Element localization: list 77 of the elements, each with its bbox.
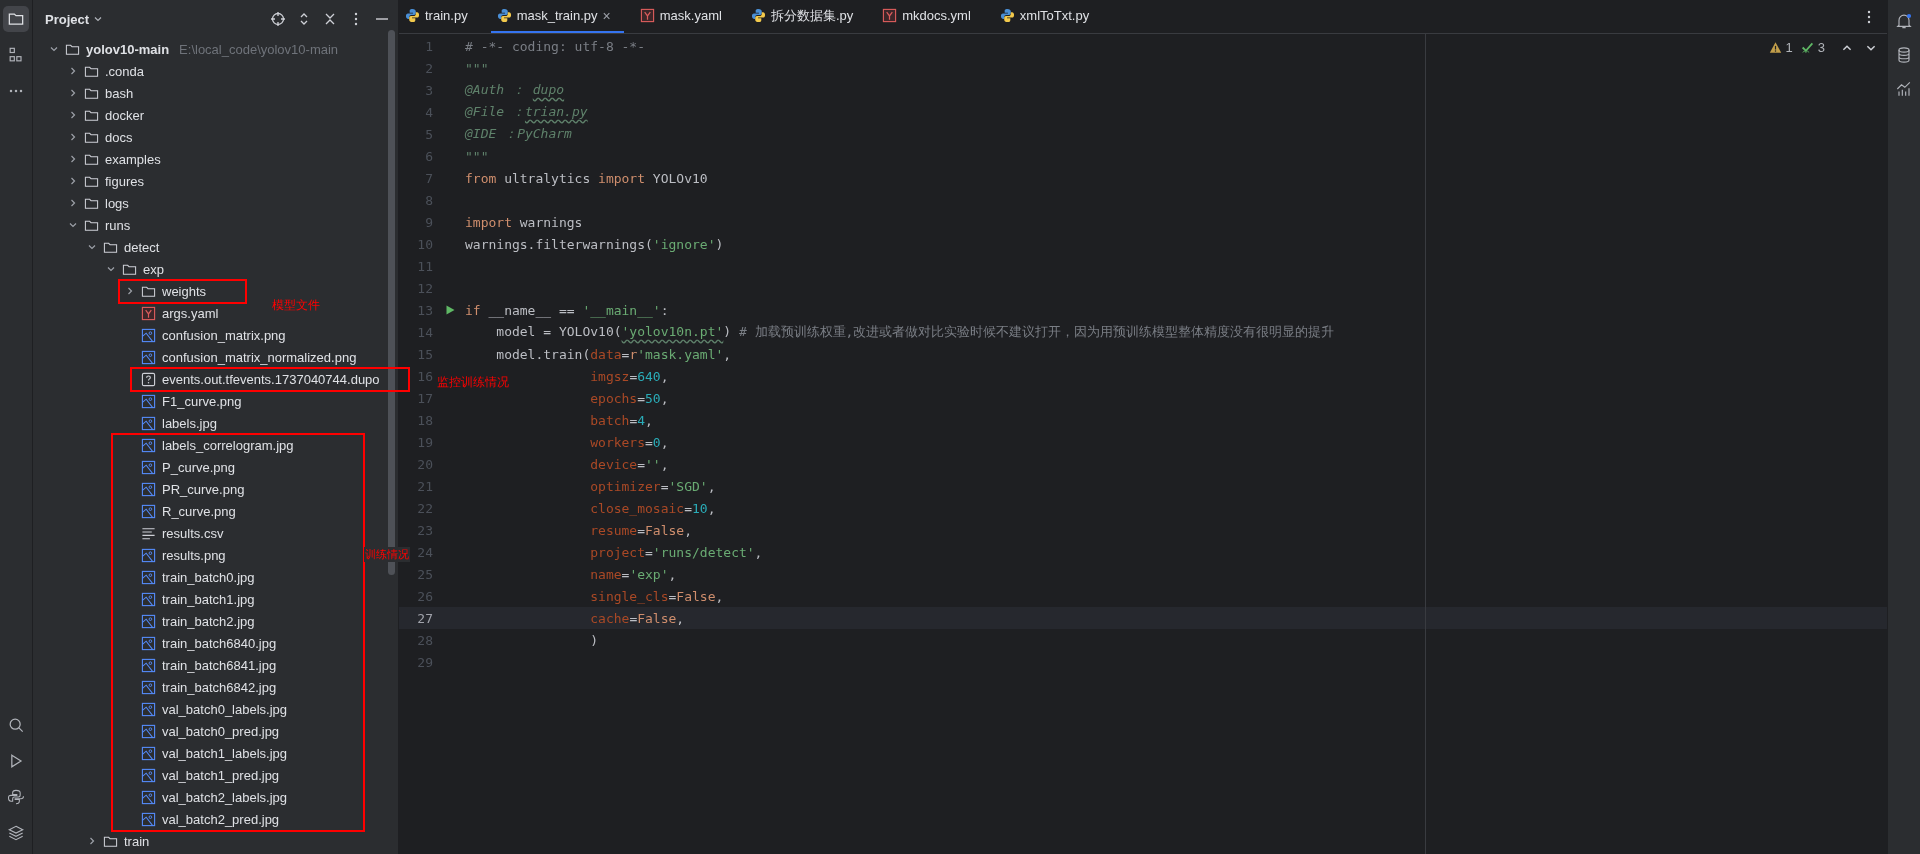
code-line: resume=False, <box>590 522 692 538</box>
tree-item[interactable]: examples <box>105 151 161 167</box>
annotation-label: 监控训练情况 <box>437 374 509 391</box>
editor-tab[interactable]: train.py <box>399 0 481 33</box>
code-line: if __name__ == '__main__': <box>465 302 669 318</box>
tree-item[interactable]: events.out.tfevents.1737040744.dupo <box>162 371 380 387</box>
code-line: project='runs/detect', <box>590 544 763 560</box>
tree-item[interactable]: val_batch2_labels.jpg <box>162 789 288 805</box>
editor-tab[interactable]: xmlToTxt.py <box>993 0 1103 33</box>
tree-item[interactable]: F1_curve.png <box>162 393 242 409</box>
code-line: from ultralytics import YOLOv10 <box>465 170 708 186</box>
warning-count[interactable]: 1 <box>1785 40 1793 55</box>
code-line: @IDE ：PyCharm <box>465 125 572 143</box>
tree-item[interactable]: docker <box>105 107 145 123</box>
code-line: cache=False, <box>590 610 685 626</box>
editor-tab[interactable]: 拆分数据集.py <box>744 0 867 33</box>
tree-item[interactable]: confusion_matrix.png <box>162 327 286 343</box>
annotation-label: 模型文件 <box>272 297 320 314</box>
code-line: model.train(data=r'mask.yaml', <box>496 346 732 362</box>
annotation-label: 训练情况 <box>364 547 410 562</box>
tree-item[interactable]: PR_curve.png <box>162 481 245 497</box>
tree-item[interactable]: train_batch2.jpg <box>162 613 255 629</box>
code-line: workers=0, <box>590 434 669 450</box>
tree-item[interactable]: train_batch1.jpg <box>162 591 255 607</box>
tree-item[interactable]: runs <box>105 217 131 233</box>
tree-item[interactable]: bash <box>105 85 134 101</box>
tree-item[interactable]: R_curve.png <box>162 503 236 519</box>
tree-item[interactable]: P_curve.png <box>162 459 235 475</box>
code-line: device='', <box>590 456 669 472</box>
tree-item[interactable]: val_batch1_pred.jpg <box>162 767 280 783</box>
code-line: # -*- coding: utf-8 -*- <box>465 38 645 54</box>
code-line: imgsz=640, <box>590 368 669 384</box>
editor-tab[interactable]: mask.yaml <box>633 0 735 33</box>
close-icon[interactable]: × <box>602 7 611 24</box>
code-line: single_cls=False, <box>590 588 724 604</box>
code-line: ) <box>590 632 599 648</box>
line-number: 27 <box>416 610 433 626</box>
tree-item[interactable]: train_batch0.jpg <box>162 569 255 585</box>
code-line: close_mosaic=10, <box>590 500 716 516</box>
panel-title[interactable]: Project <box>45 11 90 27</box>
tree-item[interactable]: train_batch6841.jpg <box>162 657 277 673</box>
code-line: """ <box>465 148 489 164</box>
project-path: E:\local_code\yolov10-main <box>179 41 339 57</box>
code-line: optimizer='SGD', <box>590 478 716 494</box>
tree-item[interactable]: results.png <box>162 547 226 563</box>
code-line: """ <box>465 60 489 76</box>
tree-item[interactable]: labels.jpg <box>162 415 217 431</box>
tree-item[interactable]: train_batch6842.jpg <box>162 679 277 695</box>
tree-item[interactable]: detect <box>124 239 160 255</box>
tree-item[interactable]: logs <box>105 195 129 211</box>
project-root[interactable]: yolov10-main <box>86 41 170 57</box>
tree-item[interactable]: results.csv <box>162 525 224 541</box>
tree-item[interactable]: figures <box>105 173 145 189</box>
tree-item[interactable]: train_batch6840.jpg <box>162 635 277 651</box>
code-line: batch=4, <box>590 412 653 428</box>
code-line: import warnings <box>465 214 583 230</box>
code-line: @Auth ： dupo <box>465 81 565 99</box>
tree-item[interactable]: args.yaml <box>162 305 219 321</box>
tree-item[interactable]: confusion_matrix_normalized.png <box>162 349 357 365</box>
code-line: name='exp', <box>590 566 677 582</box>
code-line: model = YOLOv10('yolov10n.pt') # 加载预训练权重,改进或者做对比实验时候不建议打开，因为用预训练模型整体精度没有很明显的提升 <box>496 323 1335 341</box>
typo-count[interactable]: 3 <box>1817 40 1825 55</box>
tree-item[interactable]: weights <box>162 283 207 299</box>
code-line: @File ：trian.py <box>465 103 588 121</box>
tree-item[interactable]: .conda <box>105 63 145 79</box>
tree-item[interactable]: val_batch1_labels.jpg <box>162 745 288 761</box>
code-line: warnings.filterwarnings('ignore') <box>465 236 724 252</box>
tree-item[interactable]: val_batch0_pred.jpg <box>162 723 280 739</box>
tree-item[interactable]: labels_correlogram.jpg <box>162 437 294 453</box>
tree-item[interactable]: train <box>124 833 150 849</box>
tree-item[interactable]: val_batch0_labels.jpg <box>162 701 288 717</box>
code-line: epochs=50, <box>590 390 669 406</box>
editor-tab[interactable]: mkdocs.yml <box>876 0 984 33</box>
editor-tab[interactable]: mask_train.py × <box>490 0 624 33</box>
tree-item[interactable]: exp <box>143 261 164 277</box>
tree-item[interactable]: val_batch2_pred.jpg <box>162 811 280 827</box>
tree-item[interactable]: docs <box>105 129 133 145</box>
